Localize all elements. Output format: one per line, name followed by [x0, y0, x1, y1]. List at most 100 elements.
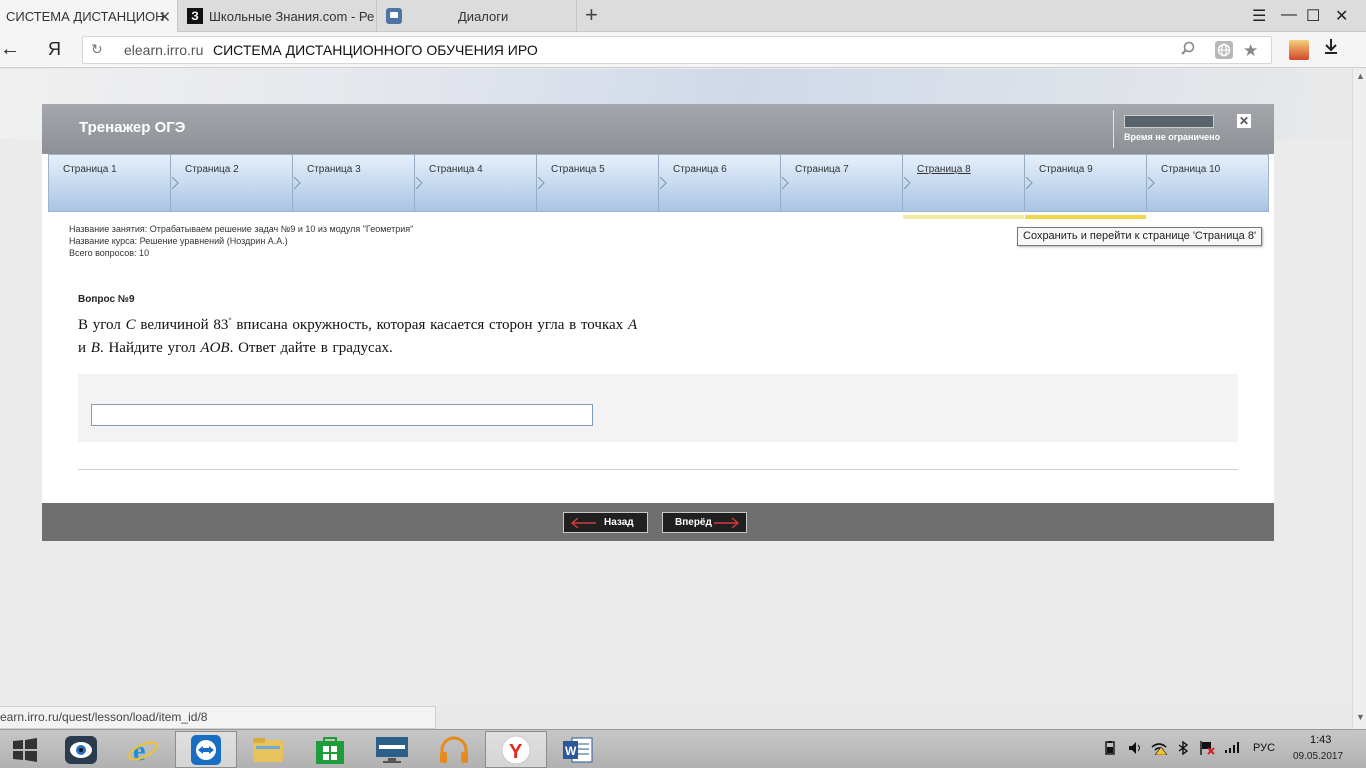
- lesson-info: Название занятия: Отрабатываем решение з…: [69, 223, 413, 259]
- math-variable: A: [627, 317, 638, 333]
- tab-znania[interactable]: З Школьные Знания.com - Ре: [179, 0, 377, 32]
- taskbar-word[interactable]: W: [547, 731, 609, 768]
- maximize-icon[interactable]: ☐: [1306, 6, 1320, 26]
- signal-icon[interactable]: [1224, 741, 1240, 756]
- page-tab-2[interactable]: Страница 2: [171, 155, 293, 211]
- globe-icon[interactable]: [1215, 41, 1233, 63]
- taskbar: e Y W РУС 1:43 09.05.2017: [0, 729, 1366, 768]
- question-text-part: величиной 83: [135, 317, 229, 333]
- tab-label: Школьные Знания.com - Ре: [209, 8, 375, 24]
- arrow-left-icon: [570, 517, 596, 529]
- back-button-label: Назад: [604, 517, 634, 528]
- forward-button-label: Вперёд: [675, 517, 712, 528]
- page-tab-3[interactable]: Страница 3: [293, 155, 415, 211]
- page-tab-underline: [1025, 215, 1146, 219]
- math-variable: B: [90, 340, 100, 356]
- forward-button[interactable]: Вперёд: [662, 512, 747, 533]
- taskbar-yandex-browser[interactable]: Y: [485, 731, 547, 768]
- page-tab-label: Страница 9: [1039, 164, 1093, 175]
- language-indicator[interactable]: РУС: [1253, 742, 1275, 754]
- taskbar-audio[interactable]: [423, 731, 485, 768]
- page-tab-9[interactable]: Страница 9: [1025, 155, 1147, 219]
- question-text: В угол C величиной 83° вписана окружност…: [78, 309, 638, 360]
- taskbar-teamviewer[interactable]: [175, 731, 237, 768]
- chevron-right-icon: [415, 177, 423, 189]
- yandex-logo-icon[interactable]: Я: [48, 39, 61, 60]
- chevron-right-icon: [537, 177, 545, 189]
- page-tabs: Страница 1 Страница 2 Страница 3 Страниц…: [48, 154, 1269, 219]
- internet-explorer-icon: e: [128, 736, 158, 766]
- question-text-part: . Найдите угол: [99, 340, 201, 356]
- page-tab-1[interactable]: Страница 1: [49, 155, 171, 211]
- page-tab-10[interactable]: Страница 10: [1147, 155, 1268, 211]
- headphones-icon: [440, 736, 468, 763]
- reload-icon[interactable]: ↻: [91, 41, 103, 58]
- word-icon: W: [563, 737, 593, 762]
- flag-icon[interactable]: [1199, 741, 1215, 758]
- answer-input[interactable]: [91, 404, 593, 426]
- taskbar-store[interactable]: [299, 731, 361, 768]
- page-tab-6[interactable]: Страница 6: [659, 155, 781, 211]
- battery-icon[interactable]: [1102, 741, 1118, 758]
- page-tab-label: Страница 2: [185, 164, 239, 175]
- tab-close-icon[interactable]: ✕: [158, 8, 171, 26]
- question-text-part: вписана окружность, которая касается сто…: [231, 317, 628, 333]
- page-tab-7[interactable]: Страница 7: [781, 155, 903, 211]
- page-tab-label: Страница 8: [917, 164, 971, 175]
- extension-icon[interactable]: [1289, 40, 1309, 60]
- question-text-part: В угол: [78, 317, 126, 333]
- page-tab-label: Страница 10: [1161, 164, 1221, 175]
- page-tab-label: Страница 1: [63, 164, 117, 175]
- math-variable: C: [125, 317, 136, 333]
- yandex-browser-icon: Y: [501, 735, 531, 764]
- download-icon[interactable]: [1324, 38, 1338, 59]
- app-footer: Назад Вперёд: [42, 503, 1274, 541]
- taskbar-explorer[interactable]: [237, 731, 299, 768]
- close-window-icon[interactable]: ✕: [1335, 6, 1348, 26]
- taskbar-media-player[interactable]: [50, 731, 112, 768]
- vk-icon: [386, 8, 402, 24]
- search-icon[interactable]: [1180, 41, 1196, 61]
- tab-label: СИСТЕМА ДИСТАНЦИОН: [6, 8, 165, 24]
- vertical-scrollbar[interactable]: ▲ ▼: [1352, 69, 1366, 729]
- start-button[interactable]: [0, 731, 50, 768]
- question-text-part: и: [78, 340, 91, 356]
- tab-dialogs[interactable]: Диалоги: [378, 0, 577, 32]
- svg-text:e: e: [133, 736, 145, 766]
- close-icon[interactable]: ✕: [1237, 114, 1251, 128]
- teamviewer-icon: [191, 734, 221, 765]
- new-tab-button[interactable]: +: [585, 4, 598, 26]
- page-tab-label: Страница 6: [673, 164, 727, 175]
- network-warning-icon[interactable]: [1151, 741, 1168, 758]
- url-field[interactable]: ↻ elearn.irro.ru СИСТЕМА ДИСТАНЦИОННОГО …: [82, 36, 1272, 64]
- header-divider: [1113, 110, 1114, 148]
- clock-date[interactable]: 09.05.2017: [1293, 751, 1343, 762]
- taskbar-lenovo[interactable]: [361, 731, 423, 768]
- znania-icon: З: [187, 8, 203, 24]
- page-tab-8[interactable]: Страница 8: [903, 155, 1025, 219]
- minimize-icon[interactable]: —: [1281, 6, 1297, 24]
- back-button[interactable]: Назад: [563, 512, 648, 533]
- star-icon[interactable]: ★: [1243, 41, 1258, 61]
- clock-time[interactable]: 1:43: [1310, 734, 1331, 746]
- taskbar-ie[interactable]: e: [112, 731, 174, 768]
- back-arrow-icon[interactable]: ←: [0, 38, 20, 61]
- page-tab-4[interactable]: Страница 4: [415, 155, 537, 211]
- scroll-up-icon[interactable]: ▲: [1356, 71, 1365, 81]
- speaker-icon[interactable]: [1128, 741, 1142, 758]
- url-page-title: СИСТЕМА ДИСТАНЦИОННОГО ОБУЧЕНИЯ ИРО: [213, 42, 538, 58]
- browser-tab-bar: СИСТЕМА ДИСТАНЦИОН ✕ З Школьные Знания.c…: [0, 0, 1366, 32]
- scroll-down-icon[interactable]: ▼: [1356, 712, 1365, 722]
- menu-icon[interactable]: ☰: [1252, 6, 1266, 26]
- page-tab-5[interactable]: Страница 5: [537, 155, 659, 211]
- question-count: Всего вопросов: 10: [69, 248, 150, 258]
- address-bar: ← Я ↻ elearn.irro.ru СИСТЕМА ДИСТАНЦИОНН…: [0, 32, 1366, 68]
- bluetooth-icon[interactable]: [1177, 740, 1189, 758]
- timer-label: Время не ограничено: [1124, 132, 1221, 142]
- question-heading: Вопрос №9: [78, 294, 135, 305]
- media-player-icon: [65, 735, 97, 764]
- math-variable: AOB: [200, 340, 230, 356]
- svg-text:W: W: [565, 744, 577, 758]
- chevron-right-icon: [293, 177, 301, 189]
- tab-sdo[interactable]: СИСТЕМА ДИСТАНЦИОН ✕: [0, 0, 178, 32]
